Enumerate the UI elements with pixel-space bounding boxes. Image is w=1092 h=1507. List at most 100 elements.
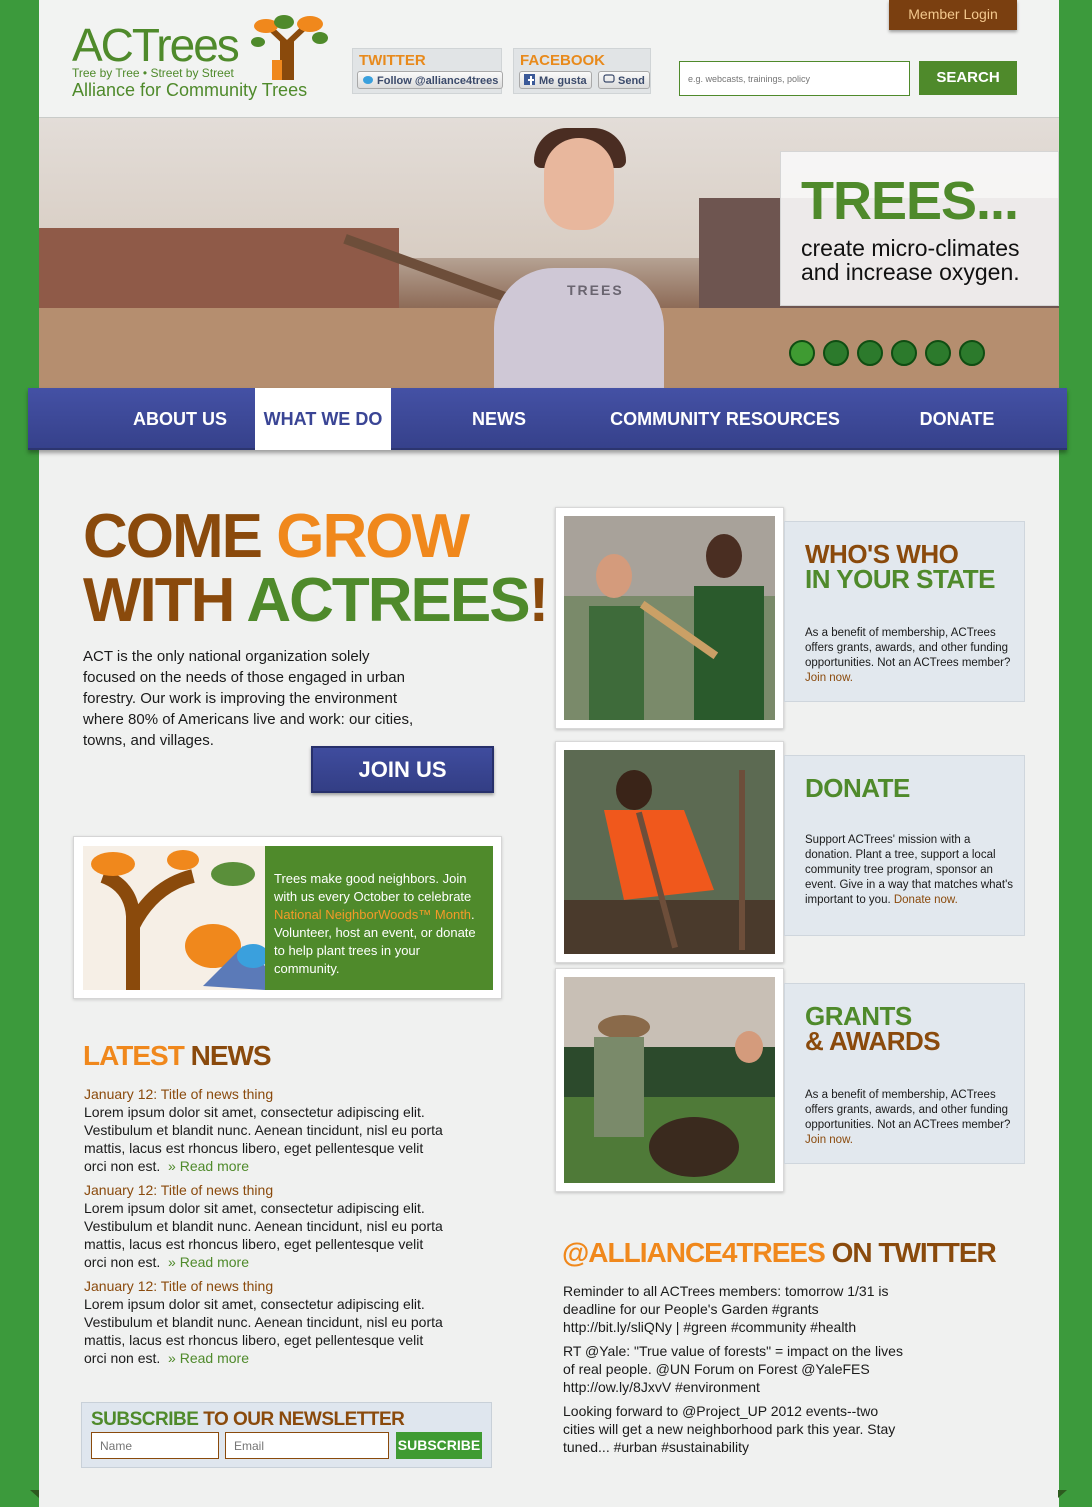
newsletter-signup: SUBSCRIBE TO OUR NEWSLETTER SUBSCRIBE <box>81 1402 492 1468</box>
newsletter-name-input[interactable] <box>91 1432 219 1459</box>
logo-subtitle: Alliance for Community Trees <box>72 80 308 100</box>
logo-tagline: Tree by Tree • Street by Street <box>72 66 234 80</box>
headline-exclaim: ! <box>528 566 550 635</box>
slide-indicators <box>789 340 993 371</box>
twitter-heading-suffix: ON TWITTER <box>831 1237 997 1268</box>
donate-now-link[interactable]: Donate now. <box>894 894 958 906</box>
facebook-like-button[interactable]: Me gusta <box>519 71 592 89</box>
donate-card[interactable]: DONATE Support ACTrees' mission with a d… <box>784 755 1025 936</box>
join-us-button[interactable]: JOIN US <box>311 746 494 793</box>
nav-about-us[interactable]: ABOUT US <box>80 388 280 450</box>
read-more-link[interactable]: » Read more <box>168 1350 249 1366</box>
send-icon <box>603 74 615 83</box>
tree-bird-illustration <box>83 846 265 990</box>
grants-card-title-b: & AWARDS <box>805 1026 941 1056</box>
slide-dot-2[interactable] <box>823 340 849 366</box>
facebook-title: FACEBOOK <box>520 52 606 69</box>
whos-who-text: As a benefit of membership, ACTrees offe… <box>805 626 1020 686</box>
join-now-link[interactable]: Join now. <box>805 1134 853 1146</box>
grants-card[interactable]: GRANTS & AWARDS As a benefit of membersh… <box>784 983 1025 1164</box>
site-logo[interactable]: ACTrees Tree by Tree • Street by Street … <box>72 14 328 104</box>
logo-title: ACTrees <box>72 19 240 71</box>
slide-dot-3[interactable] <box>857 340 883 366</box>
nav-community-resources[interactable]: COMMUNITY RESOURCES <box>604 388 846 450</box>
slide-dot-1[interactable] <box>789 340 815 366</box>
grants-card-text: As a benefit of membership, ACTrees offe… <box>805 1088 1020 1148</box>
latest-news-title-b: NEWS <box>190 1040 272 1071</box>
headline-word-actrees: ACTREES <box>246 566 530 635</box>
newsletter-title: SUBSCRIBE TO OUR NEWSLETTER <box>91 1409 405 1431</box>
slide-dot-6[interactable] <box>959 340 985 366</box>
twitter-bird-icon <box>363 76 373 84</box>
join-now-link[interactable]: Join now. <box>805 672 853 684</box>
search-button[interactable]: SEARCH <box>919 61 1017 95</box>
news-body: Lorem ipsum dolor sit amet, consectetur … <box>84 1296 443 1366</box>
neighborwoods-link[interactable]: National NeighborWoods™ Month <box>274 907 471 922</box>
hero-caption: TREES... create micro-climates and incre… <box>780 151 1059 306</box>
newsletter-email-input[interactable] <box>225 1432 389 1459</box>
facebook-send-label: Send <box>618 75 645 87</box>
twitter-handle[interactable]: @ALLIANCE4TREES <box>562 1237 826 1268</box>
facebook-send-button[interactable]: Send <box>598 71 650 89</box>
news-item: January 12: Title of news thing Lorem ip… <box>84 1085 444 1175</box>
read-more-link[interactable]: » Read more <box>168 1254 249 1270</box>
twitter-follow-button[interactable]: Follow @alliance4trees <box>357 71 504 89</box>
nav-news[interactable]: NEWS <box>428 388 570 450</box>
news-body: Lorem ipsum dolor sit amet, consectetur … <box>84 1200 443 1270</box>
donate-card-title-a: DONATE <box>805 773 910 803</box>
whos-who-body: As a benefit of membership, ACTrees offe… <box>805 627 1011 669</box>
slide-dot-4[interactable] <box>891 340 917 366</box>
nav-what-we-do[interactable]: WHAT WE DO <box>255 388 391 450</box>
latest-news-heading: LATEST NEWS <box>83 1040 272 1072</box>
nav-donate[interactable]: DONATE <box>890 388 1024 450</box>
hero-shirt-text: TREES <box>567 282 624 298</box>
donate-card-title: DONATE <box>805 773 910 803</box>
facebook-like-label: Me gusta <box>539 75 587 87</box>
whos-who-photo <box>555 507 784 729</box>
tree-logo-icon <box>251 15 328 80</box>
newsletter-title-a: SUBSCRIBE <box>91 1409 199 1430</box>
twitter-feed-heading: @ALLIANCE4TREES ON TWITTER <box>562 1237 997 1269</box>
headline-word-come: COME <box>83 502 263 571</box>
page-corner-left <box>30 1490 39 1498</box>
slide-dot-5[interactable] <box>925 340 951 366</box>
whos-who-title: WHO'S WHO IN YOUR STATE <box>805 541 995 594</box>
tweet: Looking forward to @Project_UP 2012 even… <box>563 1403 896 1455</box>
news-item: January 12: Title of news thing Lorem ip… <box>84 1277 444 1367</box>
donate-photo <box>555 741 784 963</box>
page-headline: COME GROW WITH ACTREES! <box>83 502 550 635</box>
promo-text-before: Trees make good neighbors. Join with us … <box>274 871 472 904</box>
latest-news-title-a: LATEST <box>83 1040 185 1071</box>
hero-photo-face <box>544 138 614 230</box>
search-input[interactable] <box>679 61 910 96</box>
planting-photo <box>564 750 775 954</box>
news-title[interactable]: January 12: Title of news thing <box>84 1085 444 1103</box>
volunteers-photo <box>564 516 775 720</box>
news-body: Lorem ipsum dolor sit amet, consectetur … <box>84 1104 443 1174</box>
hero-title: TREES... <box>801 171 1019 231</box>
whos-who-title-b: IN YOUR STATE <box>805 564 995 594</box>
news-list: January 12: Title of news thing Lorem ip… <box>84 1085 444 1373</box>
news-title[interactable]: January 12: Title of news thing <box>84 1181 444 1199</box>
page-corner-right <box>1058 1490 1067 1498</box>
whos-who-card[interactable]: WHO'S WHO IN YOUR STATE As a benefit of … <box>784 521 1025 702</box>
headline-word-grow: GROW <box>276 502 470 571</box>
twitter-title: TWITTER <box>359 52 426 69</box>
twitter-feed: Reminder to all ACTrees members: tomorro… <box>563 1282 908 1462</box>
twitter-follow-label: Follow @alliance4trees <box>377 75 499 87</box>
headline-word-with: WITH <box>83 566 235 635</box>
tweet: RT @Yale: "True value of forests" = impa… <box>563 1343 903 1395</box>
facebook-icon <box>524 74 535 85</box>
member-login-button[interactable]: Member Login <box>889 0 1017 30</box>
donate-card-text: Support ACTrees' mission with a donation… <box>805 833 1020 908</box>
tweet: Reminder to all ACTrees members: tomorro… <box>563 1283 889 1335</box>
main-navigation: ABOUT US WHAT WE DO NEWS COMMUNITY RESOU… <box>28 388 1067 450</box>
facebook-widget: FACEBOOK Me gusta Send <box>513 48 651 94</box>
read-more-link[interactable]: » Read more <box>168 1158 249 1174</box>
grants-card-body: As a benefit of membership, ACTrees offe… <box>805 1089 1011 1131</box>
news-title[interactable]: January 12: Title of news thing <box>84 1277 444 1295</box>
hero-text: create micro-climates and increase oxyge… <box>801 235 1020 285</box>
subscribe-button[interactable]: SUBSCRIBE <box>396 1432 482 1459</box>
grants-photo <box>555 968 784 1192</box>
promo-text: Trees make good neighbors. Join with us … <box>265 846 493 990</box>
